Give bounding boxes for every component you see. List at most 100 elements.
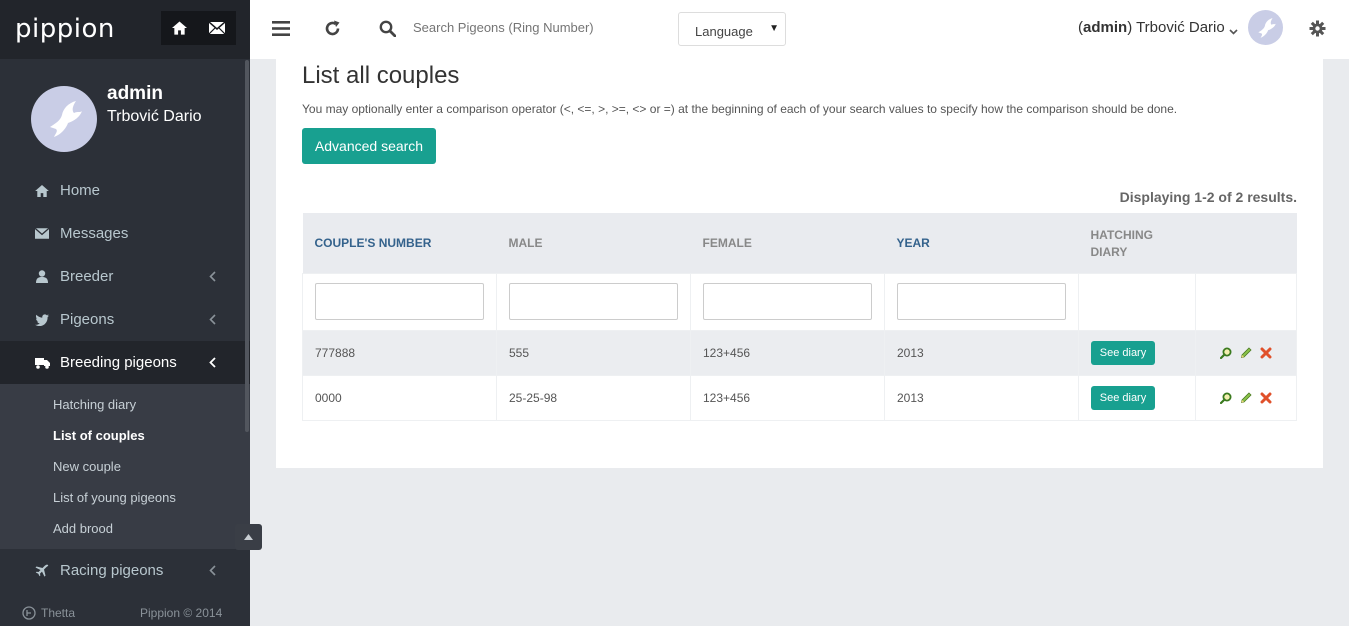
results-summary: Displaying 1-2 of 2 results. — [1119, 189, 1297, 205]
column-header-hatching-diary: HATCHING DIARY — [1078, 213, 1196, 273]
column-header-couples-number[interactable]: COUPLE'S NUMBER — [302, 213, 497, 273]
hatching-line1: HATCHING — [1090, 228, 1153, 242]
table-row: 777888 555 123+456 2013 See diary — [302, 329, 1297, 376]
truck-icon — [34, 357, 50, 369]
submenu-item-list-of-couples[interactable]: List of couples — [0, 420, 250, 451]
advanced-search-button[interactable]: Advanced search — [302, 128, 436, 164]
avatar — [31, 86, 97, 152]
cell-actions — [1195, 329, 1297, 376]
filter-female-input[interactable] — [703, 283, 872, 320]
sidebar-item-pigeons[interactable]: Pigeons — [0, 298, 250, 341]
header-avatar[interactable] — [1248, 10, 1283, 45]
column-header-year[interactable]: YEAR — [884, 213, 1079, 273]
home-icon — [34, 184, 50, 197]
thetta-logo-icon — [22, 606, 36, 620]
sidebar-item-racing-pigeons[interactable]: Racing pigeons — [0, 549, 250, 592]
scroll-to-top-button[interactable] — [235, 524, 262, 550]
see-diary-button[interactable]: See diary — [1091, 340, 1155, 365]
language-select[interactable]: Language ▼ — [678, 12, 786, 46]
cell-female: 123+456 — [690, 329, 885, 376]
chevron-left-icon — [209, 355, 216, 372]
brand-logo[interactable]: pippion — [15, 14, 115, 44]
delete-icon[interactable] — [1258, 390, 1274, 406]
messages-button[interactable] — [198, 11, 235, 45]
submenu-item-hatching-diary[interactable]: Hatching diary — [0, 389, 250, 420]
envelope-icon — [34, 228, 50, 239]
cell-male: 555 — [496, 329, 691, 376]
refresh-icon[interactable] — [324, 20, 341, 42]
sidebar-item-home[interactable]: Home — [0, 169, 250, 212]
sidebar-item-label: Breeder — [60, 268, 114, 285]
cell-diary: See diary — [1077, 329, 1197, 376]
view-icon[interactable] — [1218, 390, 1234, 406]
user-icon — [34, 270, 50, 283]
caret-down-icon: ▼ — [769, 23, 779, 34]
filter-couples-number-input[interactable] — [315, 283, 484, 320]
submenu-item-new-couple[interactable]: New couple — [0, 451, 250, 482]
home-button[interactable] — [161, 11, 198, 45]
search-hint: You may optionally enter a comparison op… — [302, 102, 1178, 116]
home-icon — [172, 21, 187, 35]
column-header-female: FEMALE — [690, 213, 885, 273]
sidebar-item-label: Pigeons — [60, 311, 115, 328]
gear-icon[interactable] — [1309, 20, 1326, 42]
sidebar-item-breeder[interactable]: Breeder — [0, 255, 250, 298]
sidebar-item-label: Home — [60, 182, 101, 199]
delete-icon[interactable] — [1258, 345, 1274, 361]
sidebar-item-label: Messages — [60, 225, 129, 242]
cell-couples-number: 0000 — [302, 374, 497, 421]
column-header-actions — [1195, 213, 1297, 273]
search-input[interactable] — [413, 20, 663, 35]
table-header-row: COUPLE'S NUMBER MALE FEMALE YEAR HATCHIN… — [302, 213, 1297, 273]
sidebar-menu-after: Racing pigeons — [0, 549, 250, 592]
sidebar: pippion admin Trbović Dario Home Message… — [0, 0, 262, 626]
user-suffix: ) Trbović Dario — [1127, 19, 1225, 36]
hamburger-menu-icon[interactable] — [272, 21, 290, 41]
cell-female: 123+456 — [690, 374, 885, 421]
filter-male-input[interactable] — [509, 283, 678, 320]
sidebar-item-breeding-pigeons[interactable]: Breeding pigeons — [0, 341, 250, 384]
copyright: Pippion © 2014 — [140, 606, 223, 620]
cell-male: 25-25-98 — [496, 374, 691, 421]
content-box: List all couples You may optionally ente… — [276, 59, 1323, 468]
user-name: admin — [107, 83, 163, 104]
sidebar-item-messages[interactable]: Messages — [0, 212, 250, 255]
user-bold: admin — [1083, 19, 1128, 36]
chevron-down-icon[interactable] — [1229, 22, 1238, 40]
company-name: Thetta — [41, 606, 76, 620]
company-link[interactable]: Thetta — [22, 606, 75, 620]
edit-icon[interactable] — [1238, 345, 1254, 361]
user-fullname: Trbović Dario — [107, 108, 202, 125]
view-icon[interactable] — [1218, 345, 1234, 361]
topbar: Language ▼ (admin) Trbović Dario — [250, 0, 1349, 59]
sidebar-menu: Home Messages Breeder Pigeons Breeding p… — [0, 169, 250, 384]
sidebar-scrollbar[interactable] — [245, 60, 249, 432]
brand-bar: pippion — [0, 0, 250, 59]
cell-year: 2013 — [884, 329, 1079, 376]
couples-table: COUPLE'S NUMBER MALE FEMALE YEAR HATCHIN… — [302, 213, 1297, 421]
sidebar-item-label: Racing pigeons — [60, 562, 164, 579]
see-diary-button[interactable]: See diary — [1091, 385, 1155, 410]
chevron-left-icon — [209, 269, 216, 286]
filter-cell — [884, 272, 1079, 331]
edit-icon[interactable] — [1238, 390, 1254, 406]
language-label: Language — [695, 24, 753, 39]
column-header-male: MALE — [496, 213, 691, 273]
hatching-line2: DIARY — [1090, 245, 1128, 259]
search-icon[interactable] — [379, 20, 397, 42]
submenu-item-add-brood[interactable]: Add brood — [0, 513, 250, 544]
cell-couples-number: 777888 — [302, 329, 497, 376]
envelope-icon — [208, 22, 225, 34]
breeding-submenu: Hatching diary List of couples New coupl… — [0, 384, 250, 549]
row-actions — [1208, 390, 1284, 406]
filter-year-input[interactable] — [897, 283, 1066, 320]
submenu-item-list-of-young-pigeons[interactable]: List of young pigeons — [0, 482, 250, 513]
filter-cell — [1077, 272, 1197, 331]
brand-buttons — [161, 11, 236, 45]
filter-cell — [1195, 272, 1297, 331]
plane-icon — [34, 564, 50, 578]
row-actions — [1208, 345, 1284, 361]
user-menu[interactable]: (admin) Trbović Dario — [1078, 19, 1225, 36]
filter-cell — [690, 272, 885, 331]
dove-icon — [1257, 17, 1276, 38]
